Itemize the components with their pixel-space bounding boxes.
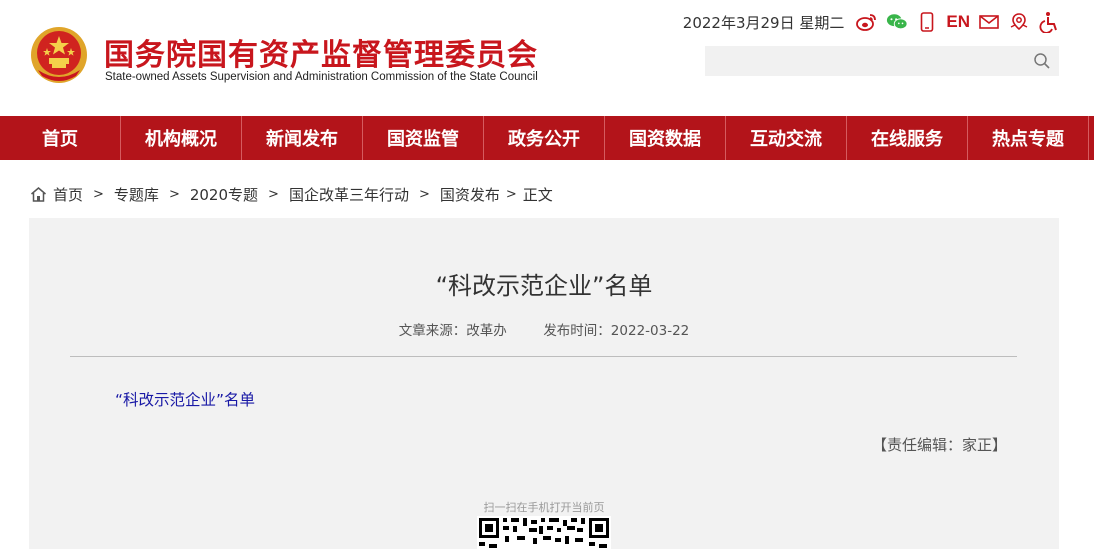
breadcrumb-topic-library[interactable]: 专题库 bbox=[114, 184, 159, 205]
title-divider bbox=[70, 356, 1017, 357]
weibo-icon[interactable] bbox=[856, 11, 878, 33]
nav-item-data[interactable]: 国资数据 bbox=[605, 116, 726, 160]
breadcrumb-2020-topics[interactable]: 2020专题 bbox=[190, 184, 258, 205]
nav-item-supervision[interactable]: 国资监管 bbox=[363, 116, 484, 160]
breadcrumb-separator: > bbox=[418, 186, 430, 202]
mobile-icon[interactable] bbox=[916, 11, 938, 33]
accessibility-icon[interactable] bbox=[1038, 11, 1060, 33]
current-date: 2022年3月29日 星期二 bbox=[682, 13, 845, 32]
site-subtitle: State-owned Assets Supervision and Admin… bbox=[105, 71, 538, 83]
wechat-icon[interactable] bbox=[886, 11, 908, 33]
breadcrumb-separator: > bbox=[93, 186, 104, 202]
national-emblem-logo[interactable] bbox=[30, 26, 88, 84]
breadcrumb-separator: > bbox=[505, 186, 517, 202]
article-publish-date: 发布时间：2022-03-22 bbox=[543, 323, 690, 339]
site-title[interactable]: 国务院国有资产监督管理委员会 bbox=[104, 30, 538, 74]
breadcrumb-separator: > bbox=[168, 186, 180, 202]
breadcrumb-home[interactable]: 首页 bbox=[53, 184, 83, 205]
article-source: 文章来源：改革办 bbox=[398, 323, 507, 339]
responsible-editor: 【责任编辑：家正】 bbox=[871, 436, 1007, 454]
nav-item-public-affairs[interactable]: 政务公开 bbox=[484, 116, 605, 160]
nav-item-topics[interactable]: 热点专题 bbox=[968, 116, 1089, 160]
search-input[interactable] bbox=[705, 46, 1025, 76]
site-header: 国务院国有资产监督管理委员会 State-owned Assets Superv… bbox=[0, 0, 1094, 116]
breadcrumb-releases[interactable]: 国资发布 bbox=[440, 184, 500, 205]
breadcrumb-soe-reform[interactable]: 国企改革三年行动 bbox=[289, 184, 409, 205]
breadcrumb-current: 正文 bbox=[522, 185, 553, 204]
main-nav: 首页 机构概况 新闻发布 国资监管 政务公开 国资数据 互动交流 在线服务 热点… bbox=[0, 116, 1094, 160]
attachment-link[interactable]: “科改示范企业”名单 bbox=[115, 388, 255, 410]
nav-item-interaction[interactable]: 互动交流 bbox=[726, 116, 847, 160]
location-icon[interactable] bbox=[1008, 11, 1030, 33]
mail-icon[interactable] bbox=[978, 11, 1000, 33]
english-version-link[interactable]: EN bbox=[946, 12, 970, 32]
qr-code-image bbox=[477, 516, 611, 549]
search-box bbox=[705, 46, 1059, 76]
nav-item-online-services[interactable]: 在线服务 bbox=[847, 116, 968, 160]
qr-caption: 扫一扫在手机打开当前页 bbox=[483, 501, 605, 514]
breadcrumb-separator: > bbox=[268, 186, 279, 202]
home-icon[interactable] bbox=[30, 186, 47, 203]
article-panel: “科改示范企业”名单 文章来源：改革办 发布时间：2022-03-22 “科改示… bbox=[29, 218, 1059, 549]
search-icon[interactable] bbox=[1033, 52, 1051, 70]
article-meta: 文章来源：改革办 发布时间：2022-03-22 bbox=[29, 319, 1059, 339]
breadcrumb: 首页 > 专题库 > 2020专题 > 国企改革三年行动 > 国资发布 > 正文 bbox=[30, 183, 553, 205]
top-toolbar: 2022年3月29日 星期二 EN bbox=[683, 10, 1060, 34]
nav-item-organization[interactable]: 机构概况 bbox=[121, 116, 242, 160]
nav-item-news[interactable]: 新闻发布 bbox=[242, 116, 363, 160]
article-title: “科改示范企业”名单 bbox=[435, 272, 653, 300]
nav-item-home[interactable]: 首页 bbox=[0, 116, 121, 160]
